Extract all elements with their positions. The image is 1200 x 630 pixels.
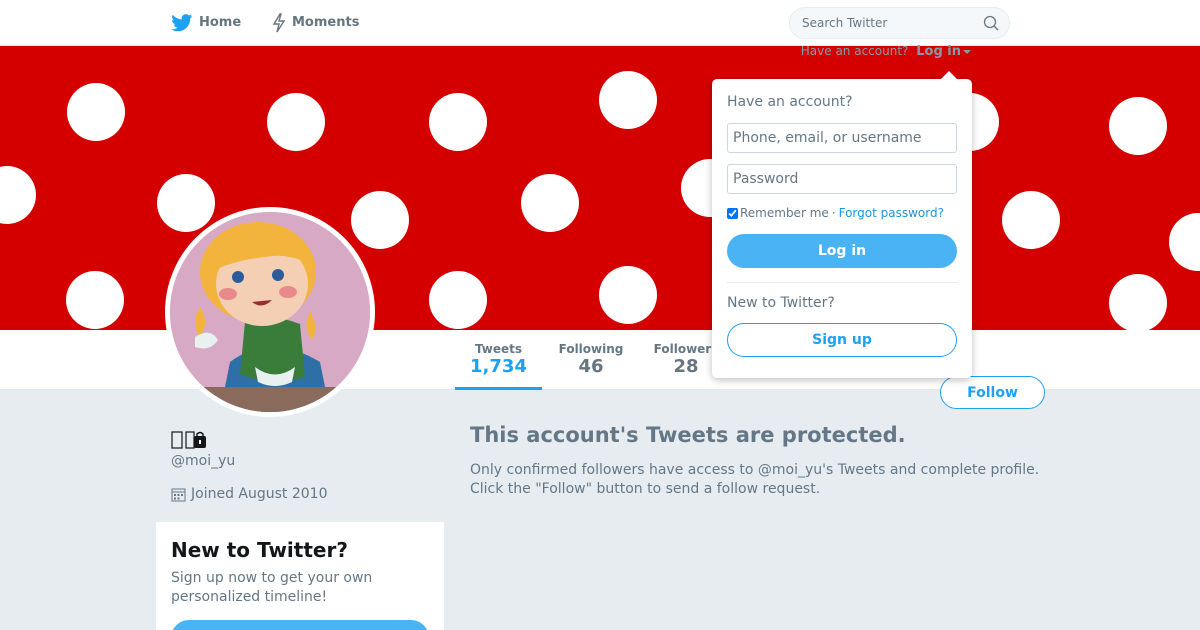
profile-joined: Joined August 2010 xyxy=(171,486,327,502)
calendar-icon xyxy=(171,488,186,501)
stat-tweets-label: Tweets xyxy=(474,342,523,356)
nav-moments[interactable]: Moments xyxy=(272,12,359,34)
avatar[interactable] xyxy=(165,207,375,417)
bird-icon xyxy=(171,14,193,32)
profile-name xyxy=(171,430,207,450)
nav-home[interactable]: Home xyxy=(171,12,241,34)
lightning-icon xyxy=(272,13,286,33)
forgot-password-link[interactable]: Forgot password? xyxy=(839,206,944,220)
protected-lock-icon xyxy=(185,431,206,449)
stat-following-value: 46 xyxy=(578,356,604,377)
signup-card-button[interactable] xyxy=(171,620,429,630)
password-field[interactable] xyxy=(727,164,957,194)
search-box xyxy=(789,7,1010,39)
nav-moments-label: Moments xyxy=(292,15,360,30)
avatar-image xyxy=(170,212,370,412)
follow-button[interactable]: Follow xyxy=(940,376,1045,409)
login-button[interactable]: Log in xyxy=(727,234,957,268)
nav-home-label: Home xyxy=(199,15,242,30)
login-hint: Have an account? Log in xyxy=(801,44,971,59)
signup-card: New to Twitter? Sign up now to get your … xyxy=(156,522,444,630)
stat-following-label: Following xyxy=(558,342,624,356)
remember-me-checkbox[interactable] xyxy=(727,207,738,219)
signup-button[interactable]: Sign up xyxy=(727,323,957,357)
signup-card-text: Sign up now to get your own personalized… xyxy=(171,570,373,605)
joined-date: Joined August 2010 xyxy=(191,486,328,502)
signup-card-title: New to Twitter? xyxy=(171,538,348,562)
remember-row: Remember me · Forgot password? xyxy=(727,206,957,220)
search-icon[interactable] xyxy=(983,15,999,31)
protected-text: Only confirmed followers have access to … xyxy=(470,462,1040,497)
login-dropdown: Have an account? Remember me · Forgot pa… xyxy=(712,71,972,378)
caret-down-icon xyxy=(963,49,971,54)
stat-following[interactable]: Following 46 xyxy=(546,330,636,390)
username-field[interactable] xyxy=(727,123,957,153)
login-dropdown-heading: Have an account? xyxy=(727,94,853,110)
remember-me-label[interactable]: Remember me xyxy=(740,206,829,220)
missing-glyph-icon xyxy=(171,431,183,449)
separator-dot: · xyxy=(831,206,836,220)
stat-tweets-value: 1,734 xyxy=(470,356,527,377)
profile-handle[interactable]: @moi_yu xyxy=(171,453,235,469)
protected-title: This account's Tweets are protected. xyxy=(470,423,906,447)
login-prompt-text: Have an account? xyxy=(800,44,909,58)
search-input[interactable] xyxy=(802,8,972,38)
new-to-twitter-heading: New to Twitter? xyxy=(727,295,835,311)
dropdown-divider xyxy=(727,282,957,283)
stat-tweets[interactable]: Tweets 1,734 xyxy=(455,330,542,390)
login-toggle[interactable]: Log in xyxy=(916,44,961,59)
top-navigation-bar: Home Moments xyxy=(0,0,1200,46)
